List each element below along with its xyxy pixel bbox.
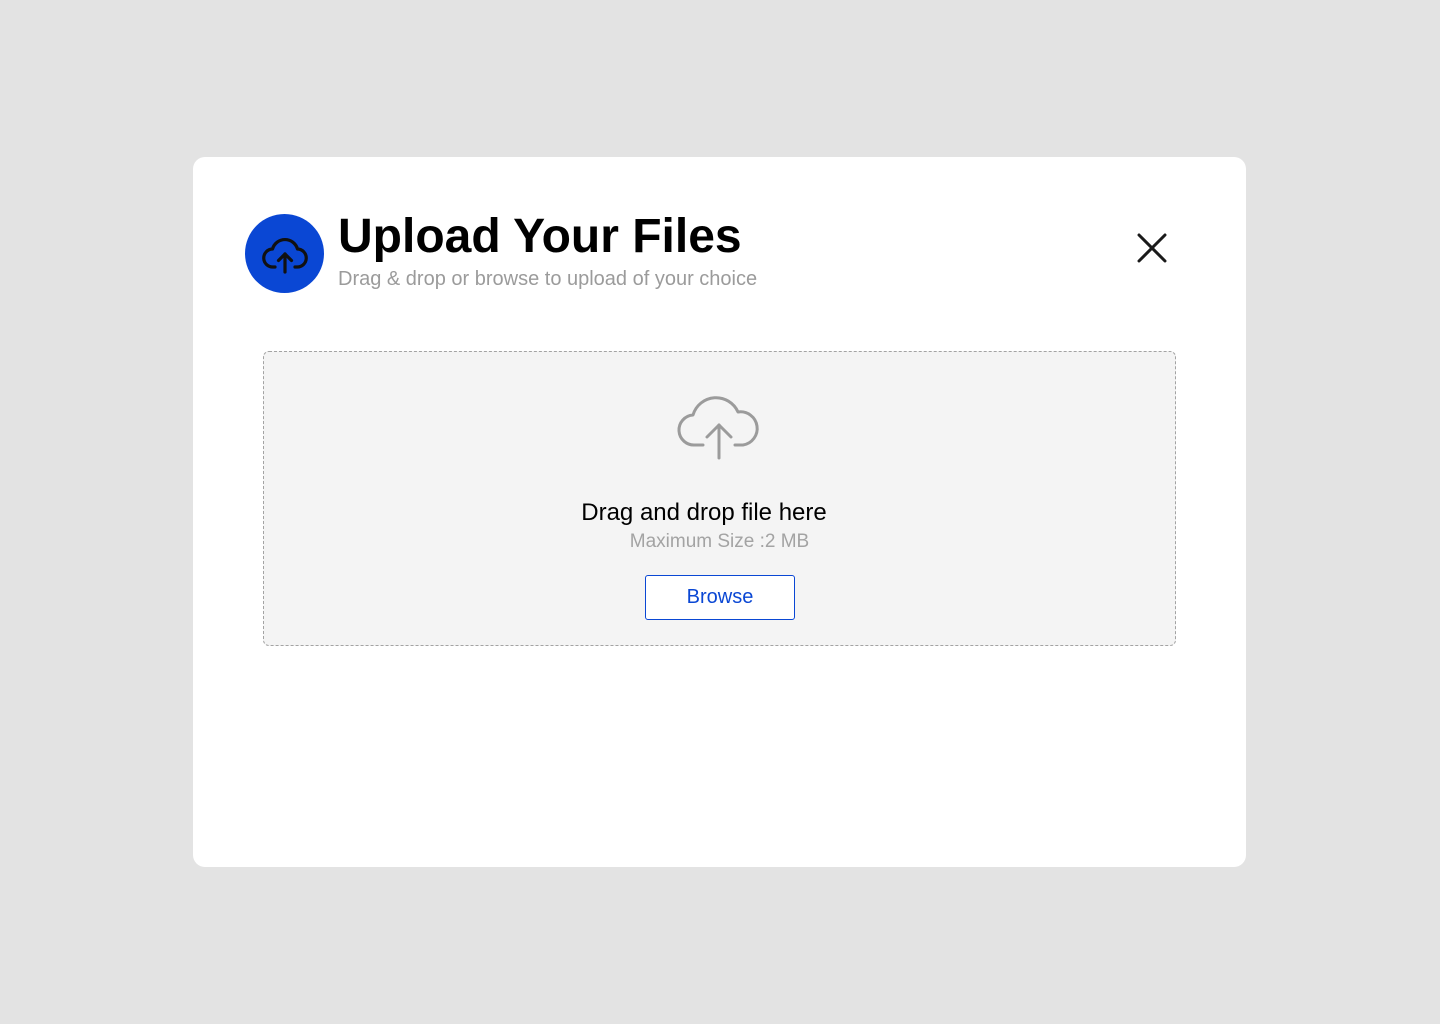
modal-subtitle: Drag & drop or browse to upload of your … xyxy=(338,268,758,290)
cloud-upload-icon xyxy=(245,214,324,293)
cloud-upload-icon xyxy=(675,388,765,464)
upload-modal: Upload Your Files Drag & drop or browse … xyxy=(193,157,1246,867)
dropzone-title: Drag and drop file here xyxy=(581,499,827,526)
close-button[interactable] xyxy=(1131,227,1173,269)
close-icon xyxy=(1136,232,1168,264)
file-dropzone[interactable]: Drag and drop file here Maximum Size :2 … xyxy=(263,351,1176,646)
browse-button[interactable]: Browse xyxy=(645,575,795,620)
max-size-label: Maximum Size :2 MB xyxy=(629,531,810,552)
modal-title: Upload Your Files xyxy=(338,210,742,263)
